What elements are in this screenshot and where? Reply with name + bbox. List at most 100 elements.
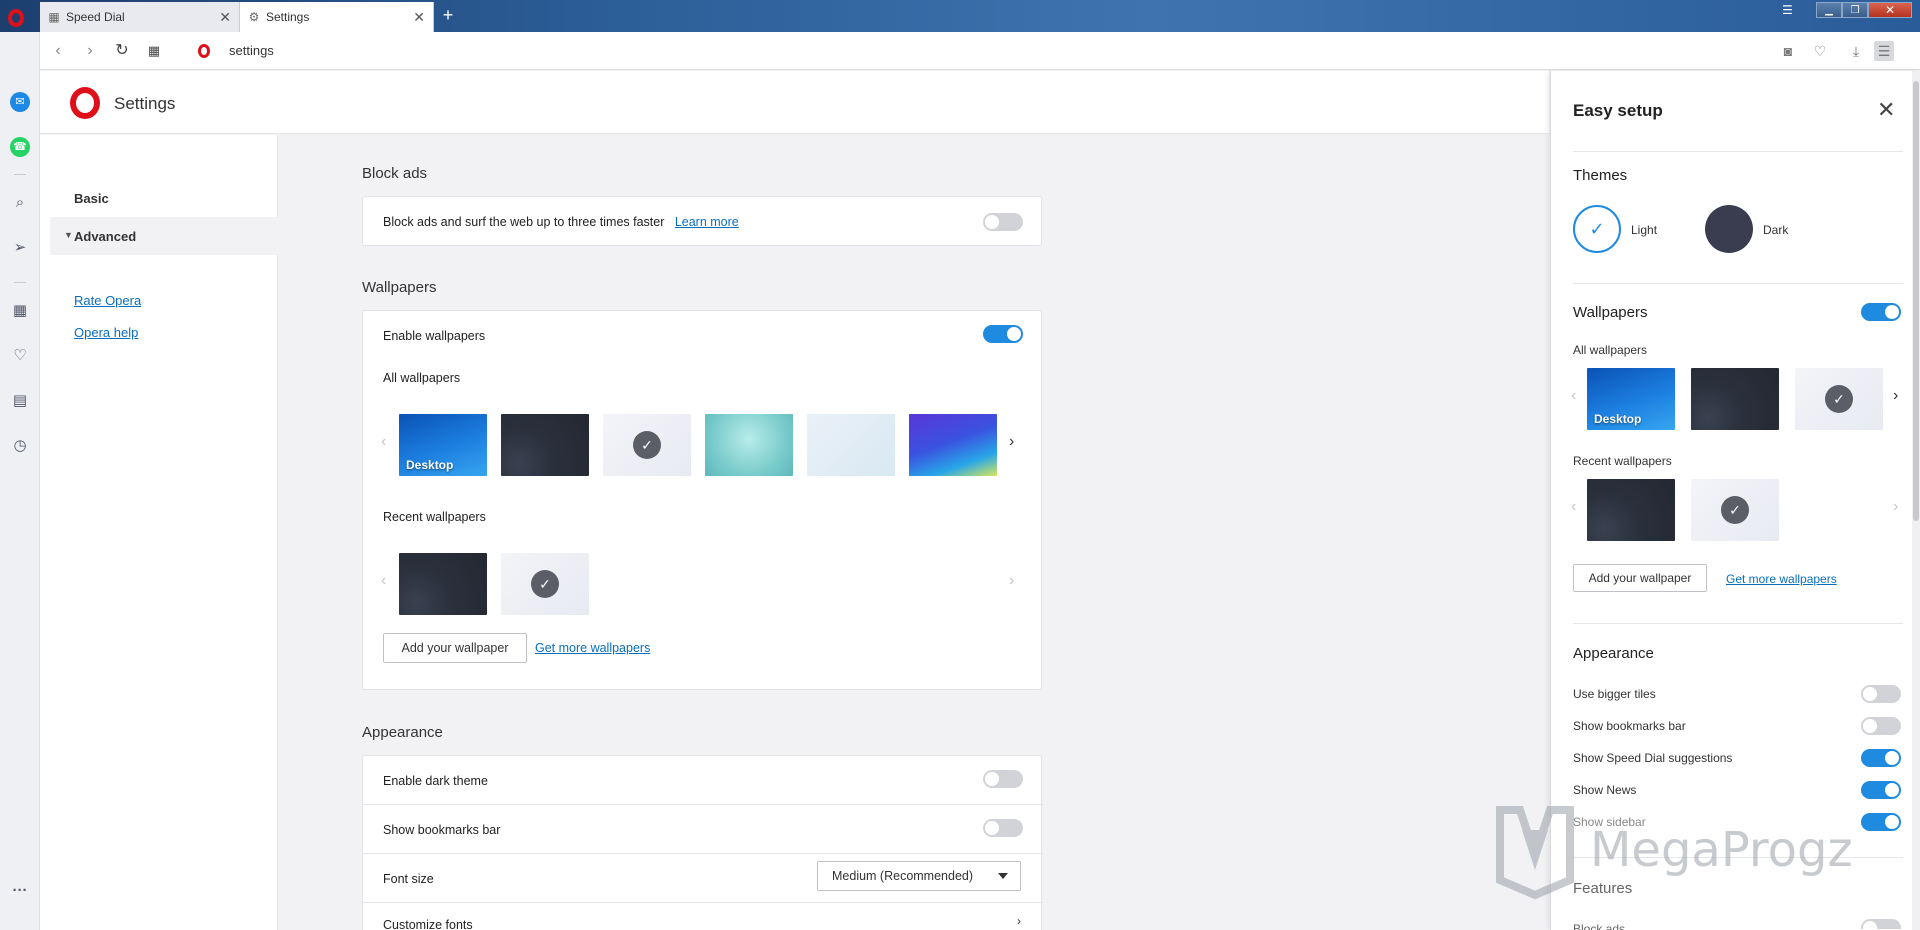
recent-wallpaper-thumb[interactable] <box>1587 479 1675 541</box>
news-icon[interactable]: ▤ <box>9 390 31 412</box>
check-icon: ✓ <box>1589 219 1605 239</box>
history-icon[interactable]: ◷ <box>9 435 31 457</box>
new-tab-button[interactable]: + <box>438 6 458 26</box>
customize-fonts-label[interactable]: Customize fonts <box>383 918 473 930</box>
watermark: MegaProgz <box>1490 800 1853 910</box>
block-ads-heading: Block ads <box>362 165 428 182</box>
wallpaper-thumb[interactable] <box>1691 368 1779 430</box>
easy-setup-icon[interactable]: ☰ <box>1874 41 1894 61</box>
theme-dark-option[interactable] <box>1705 205 1753 253</box>
sidebar-divider <box>14 174 26 175</box>
bookmarks-bar-toggle[interactable] <box>1861 717 1901 735</box>
reload-icon[interactable]: ↻ <box>112 41 132 61</box>
theme-light-label: Light <box>1631 223 1658 237</box>
speed-dial-suggestions-toggle[interactable] <box>1861 749 1901 767</box>
theme-dark-label: Dark <box>1763 223 1789 237</box>
bookmarks-bar-toggle[interactable] <box>983 819 1023 837</box>
sidebar-divider <box>14 282 26 283</box>
sidebar: ✉ ☎ ⌕ ➢ ▦ ♡ ▤ ◷ ··· <box>0 32 40 930</box>
forward-icon[interactable]: › <box>80 41 100 61</box>
close-icon[interactable]: ✕ <box>413 9 425 26</box>
chevron-left-icon[interactable]: ‹ <box>381 572 386 590</box>
tab-menu-icon[interactable]: ☰ <box>1782 2 1793 18</box>
theme-light-option[interactable]: ✓ <box>1573 205 1621 253</box>
bookmarks-bar-label: Show bookmarks bar <box>1573 719 1686 733</box>
tab-label: Settings <box>266 10 310 24</box>
enable-wallpapers-toggle[interactable] <box>983 325 1023 343</box>
block-ads-toggle[interactable] <box>983 213 1023 231</box>
show-news-toggle[interactable] <box>1861 781 1901 799</box>
learn-more-link[interactable]: Learn more <box>675 215 739 229</box>
opera-menu-icon[interactable] <box>8 9 24 27</box>
page-header: Settings <box>40 71 1549 134</box>
wallpaper-thumb[interactable]: Desktop <box>399 414 487 476</box>
tab-speed-dial[interactable]: ▦ Speed Dial ✕ <box>40 2 240 32</box>
dark-theme-toggle[interactable] <box>983 770 1023 788</box>
block-ads-toggle[interactable] <box>1861 919 1901 930</box>
wallpaper-thumb[interactable] <box>807 414 895 476</box>
minimize-button[interactable]: ▁ <box>1816 2 1842 18</box>
recent-wallpaper-thumb[interactable] <box>399 553 487 615</box>
get-more-wallpapers-link[interactable]: Get more wallpapers <box>535 641 650 655</box>
wallpaper-thumb-selected[interactable]: ✓ <box>603 414 691 476</box>
chevron-right-icon[interactable]: › <box>1009 433 1014 451</box>
grid-icon: ▦ <box>48 10 60 24</box>
download-icon[interactable]: ⤓ <box>1846 41 1866 61</box>
divider <box>1573 623 1903 624</box>
wallpapers-toggle[interactable] <box>1861 303 1901 321</box>
wallpaper-thumb[interactable]: Desktop <box>1587 368 1675 430</box>
page-title: Settings <box>114 94 176 113</box>
chevron-left-icon[interactable]: ‹ <box>1571 387 1576 405</box>
heart-icon[interactable]: ♡ <box>1810 41 1830 61</box>
recent-wallpaper-thumb-selected[interactable]: ✓ <box>1691 479 1779 541</box>
opera-help-link[interactable]: Opera help <box>74 325 138 340</box>
wallpaper-thumb[interactable] <box>501 414 589 476</box>
search-icon[interactable]: ⌕ <box>9 192 31 214</box>
back-icon[interactable]: ‹ <box>48 41 68 61</box>
tiles-icon[interactable]: ▦ <box>144 41 164 61</box>
maximize-button[interactable]: ❐ <box>1842 2 1868 18</box>
window-close-button[interactable]: ✕ <box>1868 2 1912 18</box>
font-size-select[interactable]: Medium (Recommended) <box>817 861 1021 891</box>
close-icon[interactable]: ✕ <box>1877 97 1895 123</box>
speed-dial-icon[interactable]: ▦ <box>9 300 31 322</box>
heart-icon[interactable]: ♡ <box>9 345 31 367</box>
scrollbar-thumb[interactable] <box>1913 81 1919 521</box>
bigger-tiles-toggle[interactable] <box>1861 685 1901 703</box>
tab-settings[interactable]: ⚙ Settings ✕ <box>240 2 434 32</box>
appearance-heading: Appearance <box>362 724 443 741</box>
rate-opera-link[interactable]: Rate Opera <box>74 293 141 308</box>
nav-advanced[interactable]: ▼ Advanced <box>50 217 278 255</box>
chevron-left-icon[interactable]: ‹ <box>1571 498 1576 516</box>
chevron-left-icon[interactable]: ‹ <box>381 433 386 451</box>
send-icon[interactable]: ➢ <box>9 237 31 259</box>
show-sidebar-toggle[interactable] <box>1861 813 1901 831</box>
easy-setup-title: Easy setup <box>1573 101 1663 120</box>
camera-icon[interactable]: ◙ <box>1778 41 1798 61</box>
add-wallpaper-button[interactable]: Add your wallpaper <box>1573 564 1707 592</box>
chevron-right-icon[interactable]: › <box>1893 387 1898 405</box>
wallpapers-heading: Wallpapers <box>1573 304 1648 321</box>
chevron-right-icon[interactable]: › <box>1893 498 1898 516</box>
scrollbar[interactable] <box>1912 71 1920 930</box>
add-wallpaper-button[interactable]: Add your wallpaper <box>383 633 527 663</box>
nav-advanced-label: Advanced <box>74 228 137 244</box>
block-ads-row: Block ads and surf the web up to three t… <box>383 215 739 229</box>
url-field[interactable]: settings <box>229 43 274 58</box>
chevron-down-icon <box>998 873 1008 879</box>
watermark-text: MegaProgz <box>1590 822 1853 878</box>
wallpaper-thumb-selected[interactable]: ✓ <box>1795 368 1883 430</box>
messenger-icon[interactable]: ✉ <box>9 90 31 112</box>
wallpapers-heading: Wallpapers <box>362 279 437 296</box>
font-size-label: Font size <box>383 872 434 886</box>
whatsapp-icon[interactable]: ☎ <box>9 135 31 157</box>
wallpaper-thumb[interactable] <box>705 414 793 476</box>
wallpaper-thumb[interactable] <box>909 414 997 476</box>
nav-basic[interactable]: Basic <box>74 191 109 206</box>
more-icon[interactable]: ··· <box>9 880 31 902</box>
close-icon[interactable]: ✕ <box>219 9 231 26</box>
get-more-wallpapers-link[interactable]: Get more wallpapers <box>1726 572 1837 586</box>
chevron-right-icon[interactable]: › <box>1017 914 1021 928</box>
recent-wallpaper-thumb-selected[interactable]: ✓ <box>501 553 589 615</box>
chevron-right-icon[interactable]: › <box>1009 572 1014 590</box>
